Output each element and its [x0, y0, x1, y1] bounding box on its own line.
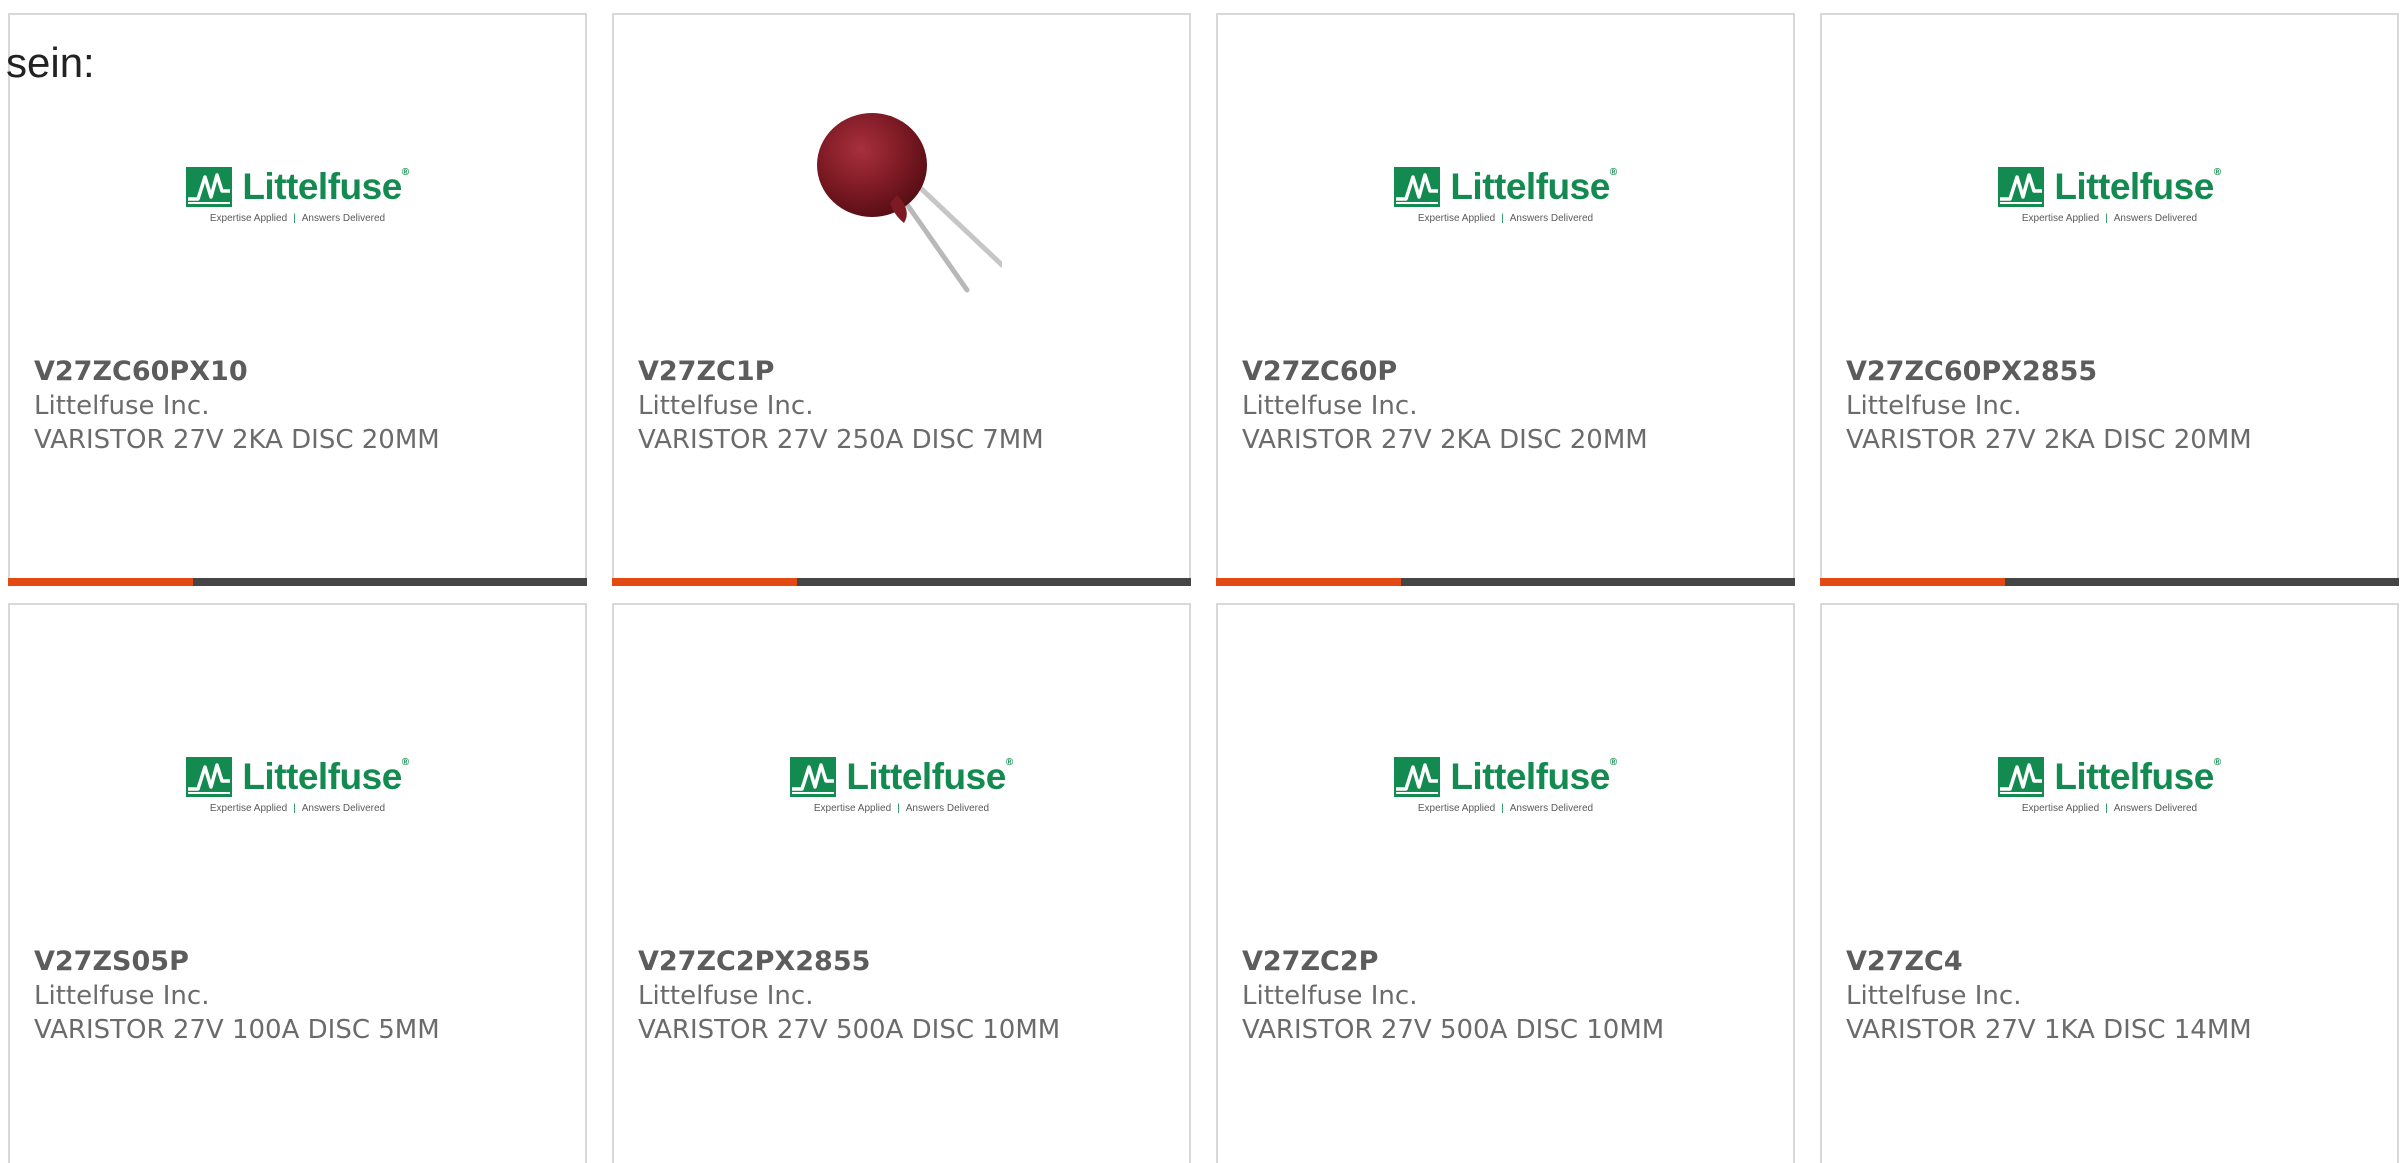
- part-number-link[interactable]: V27ZC2PX2855: [638, 945, 1169, 979]
- varistor-photo: [816, 113, 1002, 293]
- product-description: VARISTOR 27V 2KA DISC 20MM: [1242, 425, 1648, 455]
- product-image[interactable]: Littelfuse® Expertise Applied | Answers De…: [1822, 75, 2397, 315]
- product-card[interactable]: Littelfuse® Expertise Applied | Answers De…: [1216, 13, 1795, 586]
- logo-wordmark: Littelfuse®: [242, 756, 409, 797]
- product-image[interactable]: Littelfuse® Expertise Applied | Answers De…: [1218, 665, 1793, 905]
- logo-wordmark: Littelfuse®: [2054, 166, 2221, 207]
- product-card[interactable]: Littelfuse® Expertise Applied | Answers De…: [1216, 603, 1795, 1163]
- littelfuse-logo: Littelfuse® Expertise Applied | Answers De…: [1998, 166, 2221, 224]
- product-image[interactable]: Littelfuse® Expertise Applied | Answers De…: [614, 665, 1189, 905]
- logo-tagline: Expertise Applied | Answers Delivered: [209, 212, 386, 224]
- product-image[interactable]: [614, 75, 1189, 315]
- logo-tagline: Expertise Applied | Answers Delivered: [813, 802, 990, 814]
- page: sein: Littelfuse® Expertise Applied | Answ…: [0, 0, 2400, 1163]
- product-card[interactable]: Littelfuse® Expertise Applied | Answers De…: [1820, 603, 2399, 1163]
- product-info: V27ZC60PX10 Littelfuse Inc. VARISTOR 27V 2…: [34, 355, 565, 457]
- product-card[interactable]: Littelfuse® Expertise Applied | Answers De…: [8, 603, 587, 1163]
- manufacturer-name: Littelfuse Inc.: [1242, 981, 1418, 1011]
- product-card[interactable]: Littelfuse® Expertise Applied | Answers De…: [1820, 13, 2399, 586]
- product-image[interactable]: Littelfuse® Expertise Applied | Answers De…: [10, 665, 585, 905]
- product-description: VARISTOR 27V 2KA DISC 20MM: [34, 425, 440, 455]
- littelfuse-mark-icon: [186, 166, 233, 207]
- littelfuse-mark-icon: [186, 756, 233, 797]
- littelfuse-logo: Littelfuse® Expertise Applied | Answers De…: [186, 166, 409, 224]
- card-progress-fill: [8, 578, 194, 586]
- product-grid: Littelfuse® Expertise Applied | Answers De…: [8, 13, 2399, 1163]
- logo-wordmark: Littelfuse®: [1450, 756, 1617, 797]
- manufacturer-name: Littelfuse Inc.: [638, 981, 814, 1011]
- logo-tagline: Expertise Applied | Answers Delivered: [2021, 802, 2198, 814]
- logo-wordmark: Littelfuse®: [1450, 166, 1617, 207]
- littelfuse-mark-icon: [1998, 756, 2045, 797]
- logo-wordmark: Littelfuse®: [2054, 756, 2221, 797]
- littelfuse-logo: Littelfuse® Expertise Applied | Answers De…: [1998, 756, 2221, 814]
- logo-wordmark: Littelfuse®: [846, 756, 1013, 797]
- manufacturer-name: Littelfuse Inc.: [34, 391, 210, 421]
- product-info: V27ZS05P Littelfuse Inc. VARISTOR 27V 100A…: [34, 945, 565, 1047]
- card-progress-bar: [1216, 578, 1795, 586]
- part-number-link[interactable]: V27ZC2P: [1242, 945, 1773, 979]
- littelfuse-logo: Littelfuse® Expertise Applied | Answers De…: [790, 756, 1013, 814]
- logo-wordmark: Littelfuse®: [242, 166, 409, 207]
- logo-tagline: Expertise Applied | Answers Delivered: [1417, 212, 1594, 224]
- product-description: VARISTOR 27V 1KA DISC 14MM: [1846, 1015, 2252, 1045]
- part-number-link[interactable]: V27ZC60PX10: [34, 355, 565, 389]
- card-progress-fill: [612, 578, 798, 586]
- card-progress-bar: [8, 578, 587, 586]
- littelfuse-mark-icon: [1394, 756, 1441, 797]
- littelfuse-mark-icon: [790, 756, 837, 797]
- intro-text: sein:: [6, 39, 95, 86]
- manufacturer-name: Littelfuse Inc.: [638, 391, 814, 421]
- part-number-link[interactable]: V27ZS05P: [34, 945, 565, 979]
- part-number-link[interactable]: V27ZC60PX2855: [1846, 355, 2377, 389]
- part-number-link[interactable]: V27ZC4: [1846, 945, 2377, 979]
- product-description: VARISTOR 27V 250A DISC 7MM: [638, 425, 1044, 455]
- card-progress-bar: [612, 578, 1191, 586]
- logo-tagline: Expertise Applied | Answers Delivered: [2021, 212, 2198, 224]
- product-card[interactable]: Littelfuse® Expertise Applied | Answers De…: [612, 603, 1191, 1163]
- product-image[interactable]: Littelfuse® Expertise Applied | Answers De…: [1822, 665, 2397, 905]
- littelfuse-mark-icon: [1998, 166, 2045, 207]
- littelfuse-mark-icon: [1394, 166, 1441, 207]
- product-image[interactable]: Littelfuse® Expertise Applied | Answers De…: [1218, 75, 1793, 315]
- product-info: V27ZC4 Littelfuse Inc. VARISTOR 27V 1KA DI…: [1846, 945, 2377, 1047]
- product-card[interactable]: Littelfuse® Expertise Applied | Answers De…: [8, 13, 587, 586]
- product-info: V27ZC60P Littelfuse Inc. VARISTOR 27V 2KA …: [1242, 355, 1773, 457]
- manufacturer-name: Littelfuse Inc.: [1846, 391, 2022, 421]
- card-progress-bar: [1820, 578, 2399, 586]
- product-image[interactable]: Littelfuse® Expertise Applied | Answers De…: [10, 75, 585, 315]
- logo-tagline: Expertise Applied | Answers Delivered: [209, 802, 386, 814]
- manufacturer-name: Littelfuse Inc.: [34, 981, 210, 1011]
- product-card[interactable]: V27ZC1P Littelfuse Inc. VARISTOR 27V 250A …: [612, 13, 1191, 586]
- product-description: VARISTOR 27V 100A DISC 5MM: [34, 1015, 440, 1045]
- manufacturer-name: Littelfuse Inc.: [1846, 981, 2022, 1011]
- product-info: V27ZC60PX2855 Littelfuse Inc. VARISTOR 27V…: [1846, 355, 2377, 457]
- littelfuse-logo: Littelfuse® Expertise Applied | Answers De…: [186, 756, 409, 814]
- part-number-link[interactable]: V27ZC60P: [1242, 355, 1773, 389]
- manufacturer-name: Littelfuse Inc.: [1242, 391, 1418, 421]
- product-info: V27ZC1P Littelfuse Inc. VARISTOR 27V 250A …: [638, 355, 1169, 457]
- product-description: VARISTOR 27V 500A DISC 10MM: [1242, 1015, 1665, 1045]
- product-info: V27ZC2P Littelfuse Inc. VARISTOR 27V 500A …: [1242, 945, 1773, 1047]
- part-number-link[interactable]: V27ZC1P: [638, 355, 1169, 389]
- logo-tagline: Expertise Applied | Answers Delivered: [1417, 802, 1594, 814]
- product-info: V27ZC2PX2855 Littelfuse Inc. VARISTOR 27V …: [638, 945, 1169, 1047]
- card-progress-fill: [1820, 578, 2006, 586]
- card-progress-fill: [1216, 578, 1402, 586]
- littelfuse-logo: Littelfuse® Expertise Applied | Answers De…: [1394, 166, 1617, 224]
- product-description: VARISTOR 27V 2KA DISC 20MM: [1846, 425, 2252, 455]
- littelfuse-logo: Littelfuse® Expertise Applied | Answers De…: [1394, 756, 1617, 814]
- product-description: VARISTOR 27V 500A DISC 10MM: [638, 1015, 1061, 1045]
